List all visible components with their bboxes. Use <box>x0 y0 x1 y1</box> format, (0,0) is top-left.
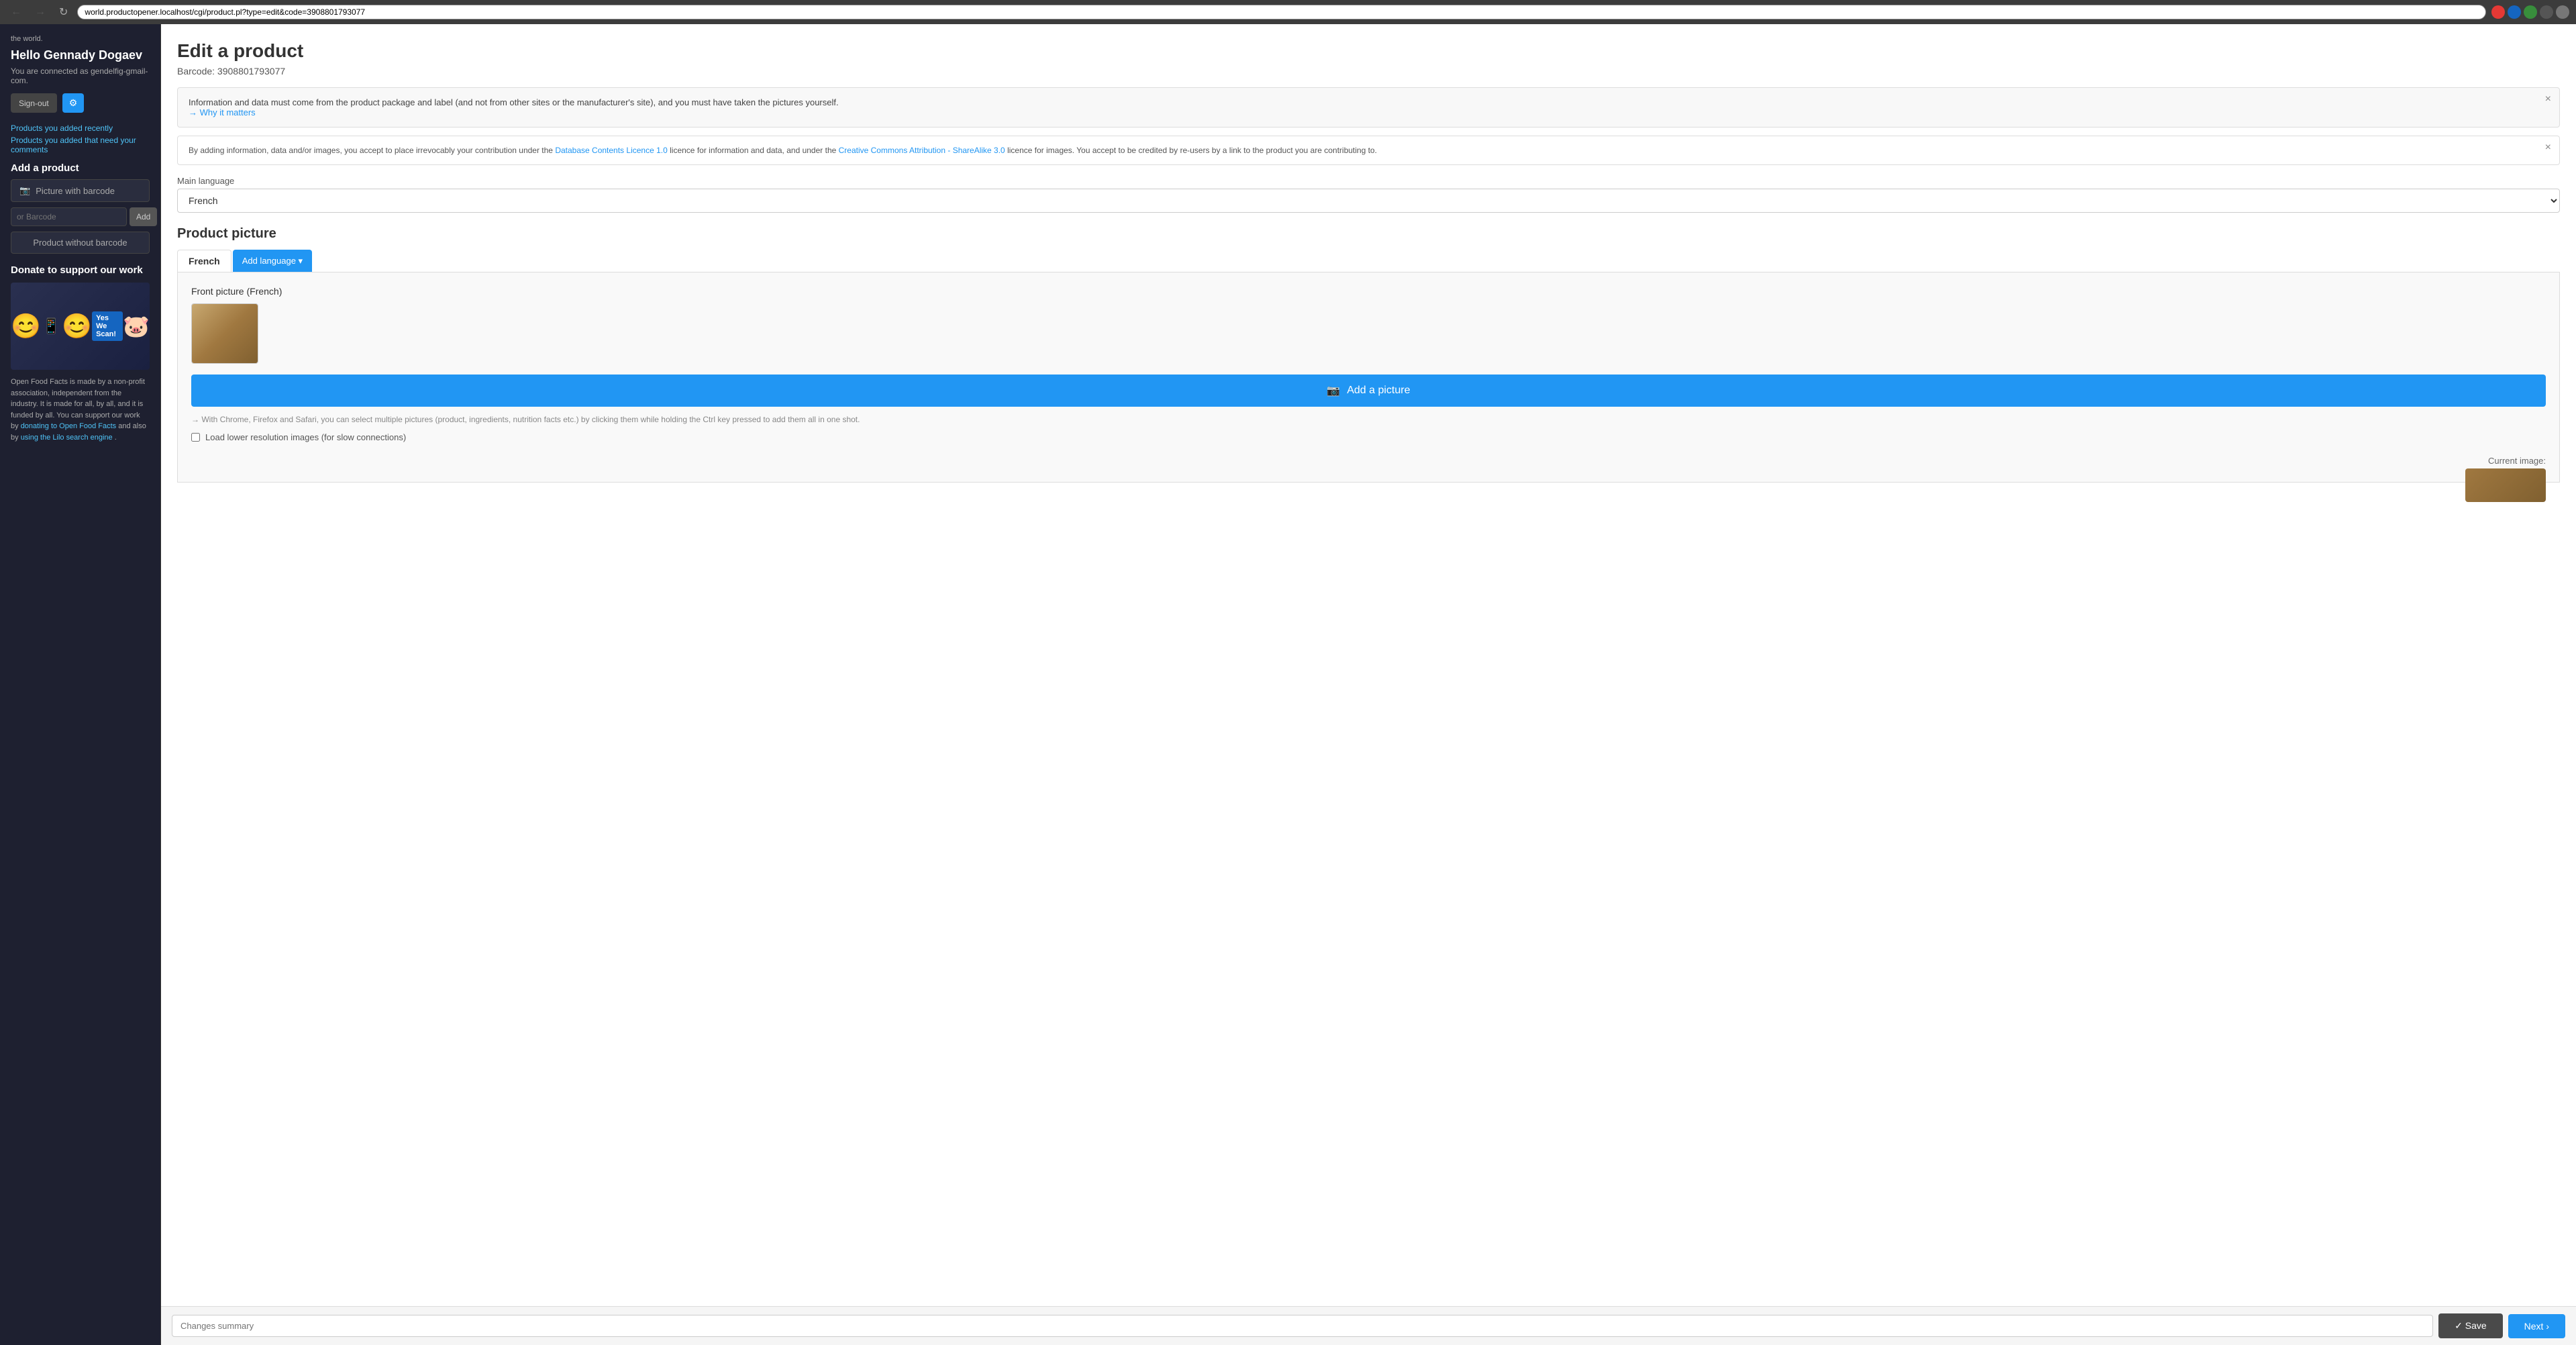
info-box: Information and data must come from the … <box>177 87 2560 128</box>
sidebar-intro: the world. <box>11 35 150 43</box>
browser-ext-icon3 <box>2524 5 2537 19</box>
info-box-close[interactable]: × <box>2545 93 2551 105</box>
tab-bar: French Add language ▾ <box>177 250 2560 272</box>
product-thumbnail <box>191 303 258 364</box>
reload-button[interactable]: ↻ <box>55 4 72 20</box>
current-image-section: Current image: <box>191 456 2546 466</box>
products-comments-link[interactable]: Products you added that need your commen… <box>11 136 150 154</box>
user-info: You are connected as gendelfig-gmail-com… <box>11 66 150 85</box>
url-bar[interactable] <box>77 5 2486 19</box>
creative-commons-link[interactable]: Creative Commons Attribution - ShareAlik… <box>839 146 1005 155</box>
settings-button[interactable]: ⚙ <box>62 93 85 113</box>
front-picture-label: Front picture (French) <box>191 286 2546 297</box>
footer-bar: ✓ Save Next › <box>161 1306 2576 1345</box>
auth-buttons: Sign-out ⚙ <box>11 93 150 113</box>
back-button[interactable]: ← <box>7 5 25 19</box>
add-picture-label: Add a picture <box>1347 385 1410 397</box>
product-picture-title: Product picture <box>177 226 2560 242</box>
lower-res-checkbox[interactable] <box>191 433 200 442</box>
save-button[interactable]: ✓ Save <box>2438 1313 2503 1338</box>
barcode-add-button[interactable]: Add <box>130 207 157 226</box>
lower-res-label: Load lower resolution images (for slow c… <box>205 432 406 442</box>
add-picture-camera-icon: 📷 <box>1327 384 1340 397</box>
browser-ext-icon <box>2491 5 2505 19</box>
yes-we-scan-badge: Yes WeScan! <box>92 311 123 341</box>
barcode-input[interactable] <box>11 207 127 226</box>
phone-icon: 📱 <box>42 317 60 335</box>
emoji-person1: 😊 <box>11 312 41 340</box>
why-it-matters-link[interactable]: → Why it matters <box>189 107 256 117</box>
donate-title: Donate to support our work <box>11 264 150 276</box>
license-text-middle2: licence for images. You accept to be cre… <box>1007 146 1377 155</box>
license-box-close[interactable]: × <box>2545 142 2551 154</box>
tab-french[interactable]: French <box>177 250 231 272</box>
forward-button[interactable]: → <box>31 5 50 19</box>
tab-content: Front picture (French) 📷 Add a picture →… <box>177 272 2560 483</box>
picture-btn-label: Picture with barcode <box>36 186 115 196</box>
barcode-info: Barcode: 3908801793077 <box>177 66 2560 77</box>
product-thumb-image <box>192 304 258 363</box>
current-image-label: Current image: <box>191 456 2546 466</box>
user-title: Hello Gennady Dogaev <box>11 48 150 62</box>
add-picture-button[interactable]: 📷 Add a picture <box>191 375 2546 407</box>
language-select[interactable]: French English German Spanish <box>177 189 2560 213</box>
license-text-middle1: licence for information and data, and un… <box>670 146 839 155</box>
next-button[interactable]: Next › <box>2508 1314 2565 1338</box>
browser-chrome: ← → ↻ <box>0 0 2576 24</box>
browser-ext-icon4 <box>2540 5 2553 19</box>
tab-add-language[interactable]: Add language ▾ <box>233 250 312 272</box>
info-box-text: Information and data must come from the … <box>189 97 839 107</box>
barcode-input-row: Add <box>11 207 150 226</box>
browser-icon-bar <box>2491 5 2569 19</box>
emoji-person2: 😊 <box>62 312 92 340</box>
changes-summary-input[interactable] <box>172 1315 2433 1337</box>
browser-ext-icon5 <box>2556 5 2569 19</box>
database-licence-link[interactable]: Database Contents Licence 1.0 <box>555 146 667 155</box>
chrome-tip: → With Chrome, Firefox and Safari, you c… <box>191 415 2546 424</box>
piggy-icon: 🐷 <box>123 313 150 339</box>
page-title: Edit a product <box>177 40 2560 62</box>
donate-link1[interactable]: donating to Open Food Facts <box>21 422 116 430</box>
sidebar: the world. Hello Gennady Dogaev You are … <box>0 24 161 1345</box>
products-added-link[interactable]: Products you added recently <box>11 123 150 133</box>
donate-text: Open Food Facts is made by a non-profit … <box>11 377 150 443</box>
no-barcode-button[interactable]: Product without barcode <box>11 232 150 254</box>
camera-icon: 📷 <box>19 185 30 196</box>
license-box: By adding information, data and/or image… <box>177 136 2560 165</box>
picture-with-barcode-button[interactable]: 📷 Picture with barcode <box>11 179 150 202</box>
browser-ext-icon2 <box>2508 5 2521 19</box>
add-product-title: Add a product <box>11 162 150 174</box>
main-language-label: Main language <box>177 176 2560 186</box>
donate-illustration: 😊 📱 😊 Yes WeScan! 🐷 <box>11 283 150 370</box>
main-content: Edit a product Barcode: 3908801793077 In… <box>161 24 2576 1345</box>
lower-res-row: Load lower resolution images (for slow c… <box>191 432 2546 442</box>
sign-out-button[interactable]: Sign-out <box>11 93 57 113</box>
license-text-before: By adding information, data and/or image… <box>189 146 555 155</box>
current-image-thumb <box>2465 468 2546 502</box>
donate-link2[interactable]: using the Lilo search engine <box>21 434 113 442</box>
